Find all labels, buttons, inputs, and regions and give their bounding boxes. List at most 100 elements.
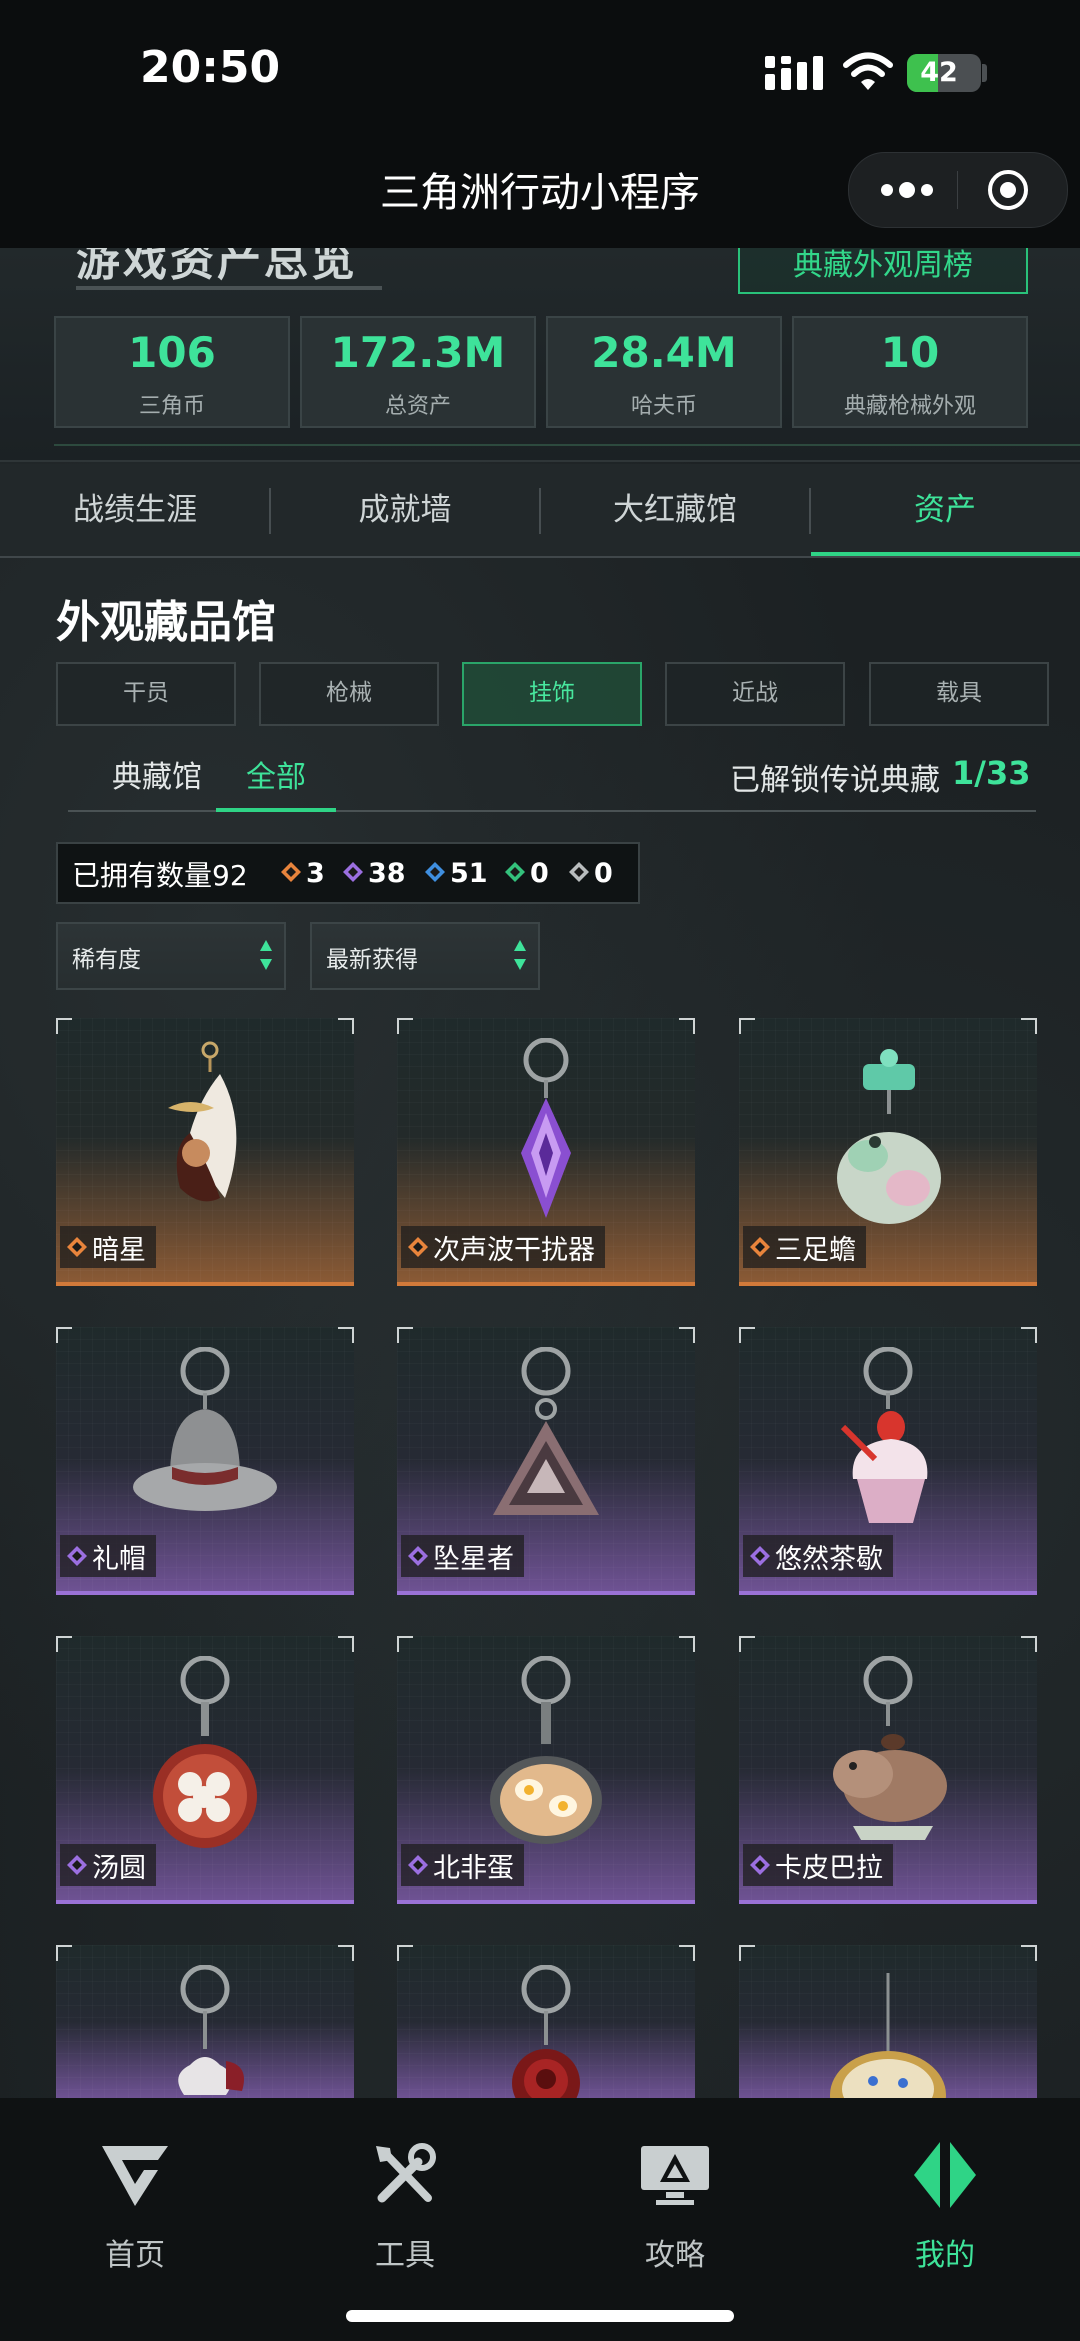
- unlocked-legendary-label: 已解锁传说典藏: [730, 763, 940, 798]
- gallery-title: 外观藏品馆: [56, 597, 276, 648]
- profile-logo-icon: [914, 2142, 976, 2208]
- item-card-anxing[interactable]: 暗星: [56, 1018, 354, 1286]
- overview-edge: [54, 444, 1080, 446]
- card-corner: [679, 1018, 695, 1034]
- item-label: 坠星者: [401, 1535, 524, 1577]
- subtab-collection-hall[interactable]: 典藏馆: [112, 752, 202, 808]
- item-card-shakshuka[interactable]: 北非蛋: [397, 1636, 695, 1904]
- rarity-count-gray: 0: [594, 858, 613, 889]
- sort-rarity-label: 稀有度: [72, 947, 141, 973]
- item-label: 礼帽: [60, 1535, 156, 1577]
- close-target-icon[interactable]: [987, 169, 1029, 211]
- item-card-capybara[interactable]: 卡皮巴拉: [739, 1636, 1037, 1904]
- rarity-count-orange: 3: [306, 858, 325, 889]
- stat-card-haf-coin: 28.4M 哈夫币: [546, 316, 782, 428]
- card-corner: [679, 1327, 695, 1343]
- item-card-tea-break[interactable]: 悠然茶歇: [739, 1327, 1037, 1595]
- triangle-emblem-charm-icon: [493, 1347, 599, 1515]
- subtab-all[interactable]: 全部: [246, 752, 306, 808]
- nav-label: 攻略: [645, 2238, 705, 2273]
- purple-diamond-icon: [750, 1855, 770, 1875]
- stat-value: 28.4M: [591, 328, 737, 377]
- item-name: 北非蛋: [433, 1852, 514, 1884]
- subtab-divider-line: [68, 810, 1036, 812]
- item-name: 悠然茶歇: [775, 1543, 883, 1575]
- nav-guide[interactable]: 攻略: [540, 2098, 810, 2298]
- jade-toad-charm-icon: [837, 1049, 941, 1224]
- signal-icon: [765, 56, 823, 90]
- nav-tools[interactable]: 工具: [270, 2098, 540, 2298]
- unlocked-legendary-count: 1/33: [952, 754, 1031, 792]
- item-name: 礼帽: [92, 1543, 146, 1575]
- subtab-active-underline: [216, 808, 336, 812]
- category-tab-melee[interactable]: 近战: [665, 662, 845, 726]
- item-name: 卡皮巴拉: [775, 1852, 883, 1884]
- item-name: 暗星: [92, 1234, 146, 1266]
- card-corner: [338, 1327, 354, 1343]
- nav-home[interactable]: 首页: [0, 2098, 270, 2298]
- card-corner: [56, 1636, 72, 1652]
- item-name: 汤圆: [92, 1852, 146, 1884]
- sort-arrows-icon: [514, 940, 526, 970]
- item-card-star-faller[interactable]: 坠星者: [397, 1327, 695, 1595]
- stat-card-total-assets: 172.3M 总资产: [300, 316, 536, 428]
- item-card-partial[interactable]: [397, 1945, 695, 2098]
- wifi-icon: [843, 52, 893, 90]
- card-corner: [1021, 1636, 1037, 1652]
- category-tab-charm[interactable]: 挂饰: [462, 662, 642, 726]
- home-logo-icon: [102, 2146, 168, 2206]
- item-label: 悠然茶歇: [743, 1535, 893, 1577]
- card-corner: [1021, 1018, 1037, 1034]
- sort-rarity-dropdown[interactable]: 稀有度: [56, 922, 286, 990]
- rarity-count-purple: 38: [368, 858, 406, 889]
- owned-count-label: 已拥有数量92: [72, 859, 248, 892]
- rarity-count-blue: 51: [450, 858, 488, 889]
- card-corner: [739, 1018, 755, 1034]
- card-corner: [397, 1327, 413, 1343]
- weekly-ranking-button[interactable]: 典藏外观周榜: [738, 248, 1028, 294]
- card-corner: [338, 1636, 354, 1652]
- stat-label: 三角币: [138, 394, 205, 419]
- category-tab-weapon[interactable]: 枪械: [259, 662, 439, 726]
- orange-diamond-icon: [408, 1237, 428, 1257]
- card-corner: [1021, 1945, 1037, 1961]
- card-corner: [679, 1636, 695, 1652]
- home-indicator[interactable]: [346, 2310, 734, 2322]
- stat-value: 106: [128, 328, 216, 377]
- nav-mine[interactable]: 我的: [810, 2098, 1080, 2298]
- rose-charm-icon: [512, 1965, 580, 2098]
- more-icon[interactable]: [879, 175, 935, 205]
- purple-diamond-icon: [67, 1546, 87, 1566]
- category-tab-vehicle[interactable]: 载具: [869, 662, 1049, 726]
- status-time: 20:50: [140, 42, 281, 93]
- card-corner: [739, 1327, 755, 1343]
- item-label: 次声波干扰器: [401, 1226, 605, 1268]
- egg-pan-charm-icon: [490, 1656, 602, 1844]
- item-label: 北非蛋: [401, 1844, 524, 1886]
- tab-assets[interactable]: 资产: [810, 464, 1080, 556]
- stat-card-weapon-skins: 10 典藏枪械外观: [792, 316, 1028, 428]
- card-corner: [56, 1018, 72, 1034]
- item-label: 汤圆: [60, 1844, 156, 1886]
- purple-diamond-icon: [408, 1855, 428, 1875]
- item-card-partial[interactable]: [739, 1945, 1037, 2098]
- category-tab-operator[interactable]: 干员: [56, 662, 236, 726]
- item-card-tangyuan[interactable]: 汤圆: [56, 1636, 354, 1904]
- tab-red-collection[interactable]: 大红藏馆: [540, 464, 810, 556]
- card-corner: [1021, 1327, 1037, 1343]
- item-card-three-legged-toad[interactable]: 三足蟾: [739, 1018, 1037, 1286]
- item-card-infrasound-jammer[interactable]: 次声波干扰器: [397, 1018, 695, 1286]
- card-corner: [397, 1636, 413, 1652]
- sort-latest-dropdown[interactable]: 最新获得: [310, 922, 540, 990]
- purple-diamond-icon: [408, 1546, 428, 1566]
- item-card-partial[interactable]: [56, 1945, 354, 2098]
- stat-value: 10: [880, 328, 940, 377]
- item-card-top-hat[interactable]: 礼帽: [56, 1327, 354, 1595]
- card-corner: [397, 1018, 413, 1034]
- tab-achievements[interactable]: 成就墙: [270, 464, 540, 556]
- rarity-count-green: 0: [530, 858, 549, 889]
- stat-card-coin: 106 三角币: [54, 316, 290, 428]
- tab-career[interactable]: 战绩生涯: [0, 464, 270, 556]
- orange-diamond-icon: [281, 862, 301, 882]
- card-corner: [338, 1945, 354, 1961]
